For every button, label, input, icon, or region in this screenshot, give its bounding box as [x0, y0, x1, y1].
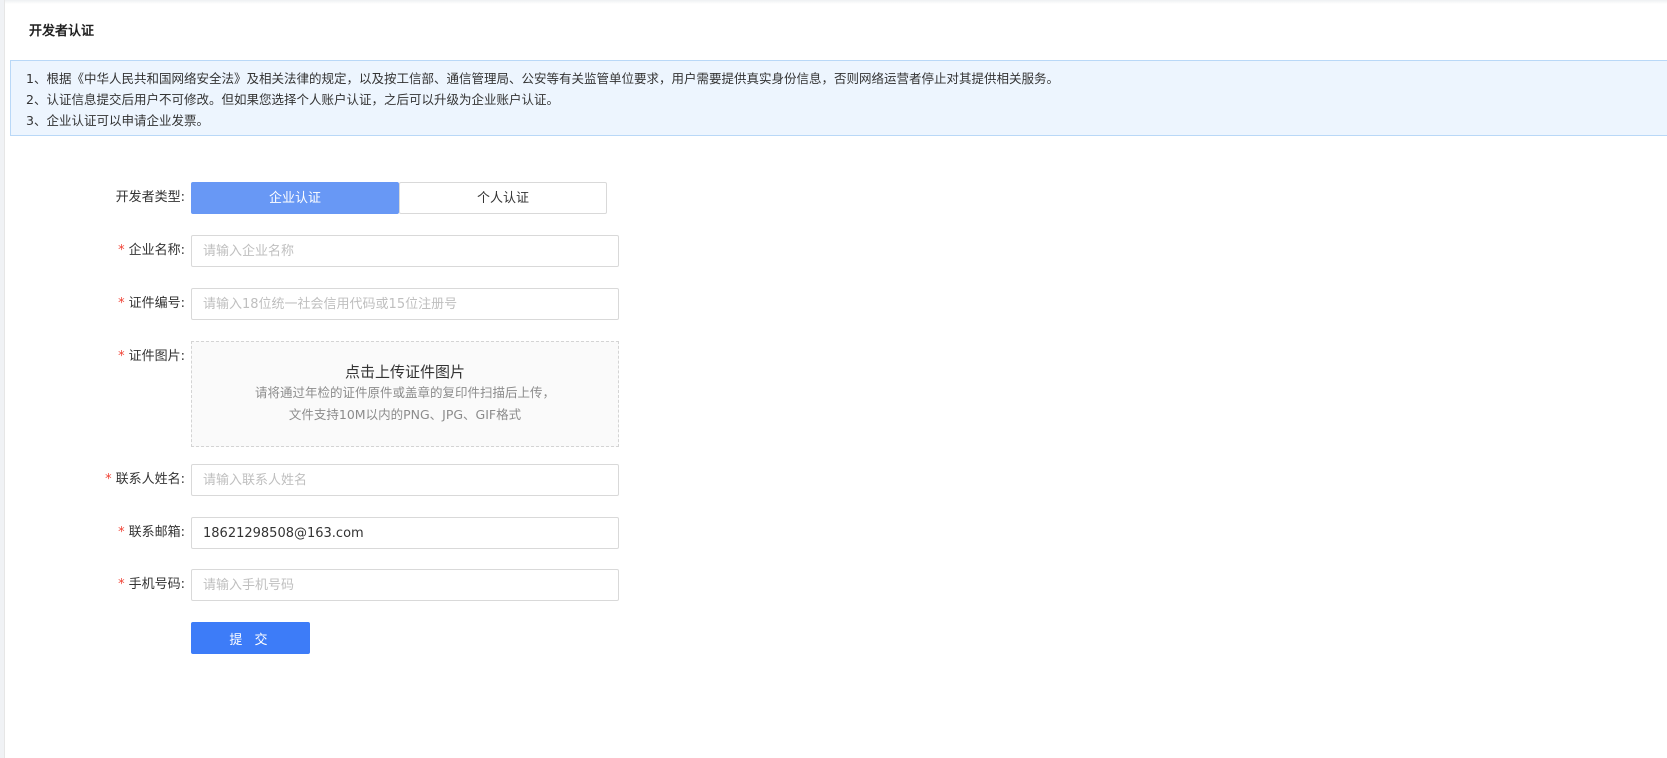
company-name-label-text: 企业名称: [128, 243, 185, 258]
required-mark: * [118, 577, 125, 592]
personal-auth-button[interactable]: 个人认证 [399, 182, 607, 214]
required-mark: * [105, 472, 112, 487]
required-mark: * [118, 296, 125, 311]
phone-input[interactable] [191, 569, 619, 601]
upload-title: 点击上传证件图片 [344, 363, 465, 381]
required-mark: * [118, 243, 125, 258]
page-title: 开发者认证 [29, 24, 95, 39]
phone-row: * 手机号码: [5, 569, 645, 601]
enterprise-auth-button[interactable]: 企业认证 [191, 182, 399, 214]
contact-email-label-text: 联系邮箱: [128, 525, 185, 540]
page-container: 开发者认证 1、根据《中华人民共和国网络安全法》及相关法律的规定，以及按工信部、… [4, 0, 1667, 758]
contact-email-label: * 联系邮箱: [25, 517, 185, 549]
contact-name-label-text: 联系人姓名: [115, 472, 185, 487]
contact-name-label: * 联系人姓名: [25, 464, 185, 496]
upload-hint-line-1: 请将通过年检的证件原件或盖章的复印件扫描后上传， [254, 385, 555, 400]
phone-label-text: 手机号码: [128, 577, 185, 592]
notice-banner: 1、根据《中华人民共和国网络安全法》及相关法律的规定，以及按工信部、通信管理局、… [10, 60, 1667, 136]
required-mark: * [118, 525, 125, 540]
license-image-upload[interactable]: 点击上传证件图片 请将通过年检的证件原件或盖章的复印件扫描后上传， 文件支持10… [191, 341, 619, 447]
company-name-input[interactable] [191, 235, 619, 267]
company-name-row: * 企业名称: [5, 235, 645, 267]
required-mark: * [118, 349, 125, 364]
license-image-row: * 证件图片: 点击上传证件图片 请将通过年检的证件原件或盖章的复印件扫描后上传，… [5, 341, 645, 447]
notice-line-2: 2、认证信息提交后用户不可修改。但如果您选择个人账户认证，之后可以升级为企业账户… [26, 92, 559, 107]
license-number-label: * 证件编号: [25, 288, 185, 320]
contact-name-input[interactable] [191, 464, 619, 496]
phone-label: * 手机号码: [25, 569, 185, 601]
company-name-label: * 企业名称: [25, 235, 185, 267]
notice-line-1: 1、根据《中华人民共和国网络安全法》及相关法律的规定，以及按工信部、通信管理局、… [26, 71, 1059, 86]
license-image-label-text: 证件图片: [128, 349, 185, 364]
submit-button[interactable]: 提 交 [191, 622, 310, 654]
contact-email-row: * 联系邮箱: [5, 517, 645, 549]
developer-type-row: 开发者类型: 企业认证 个人认证 [5, 182, 645, 214]
contact-email-input[interactable] [191, 517, 619, 549]
notice-line-3: 3、企业认证可以申请企业发票。 [26, 113, 209, 128]
license-number-label-text: 证件编号: [128, 296, 185, 311]
submit-row: 提 交 [5, 622, 645, 654]
upload-hint-line-2: 文件支持10M以内的PNG、JPG、GIF格式 [288, 407, 522, 422]
contact-name-row: * 联系人姓名: [5, 464, 645, 496]
license-number-row: * 证件编号: [5, 288, 645, 320]
license-image-label: * 证件图片: [25, 341, 185, 373]
developer-type-label: 开发者类型: [115, 190, 185, 205]
license-number-input[interactable] [191, 288, 619, 320]
top-shadow [5, 0, 1667, 4]
